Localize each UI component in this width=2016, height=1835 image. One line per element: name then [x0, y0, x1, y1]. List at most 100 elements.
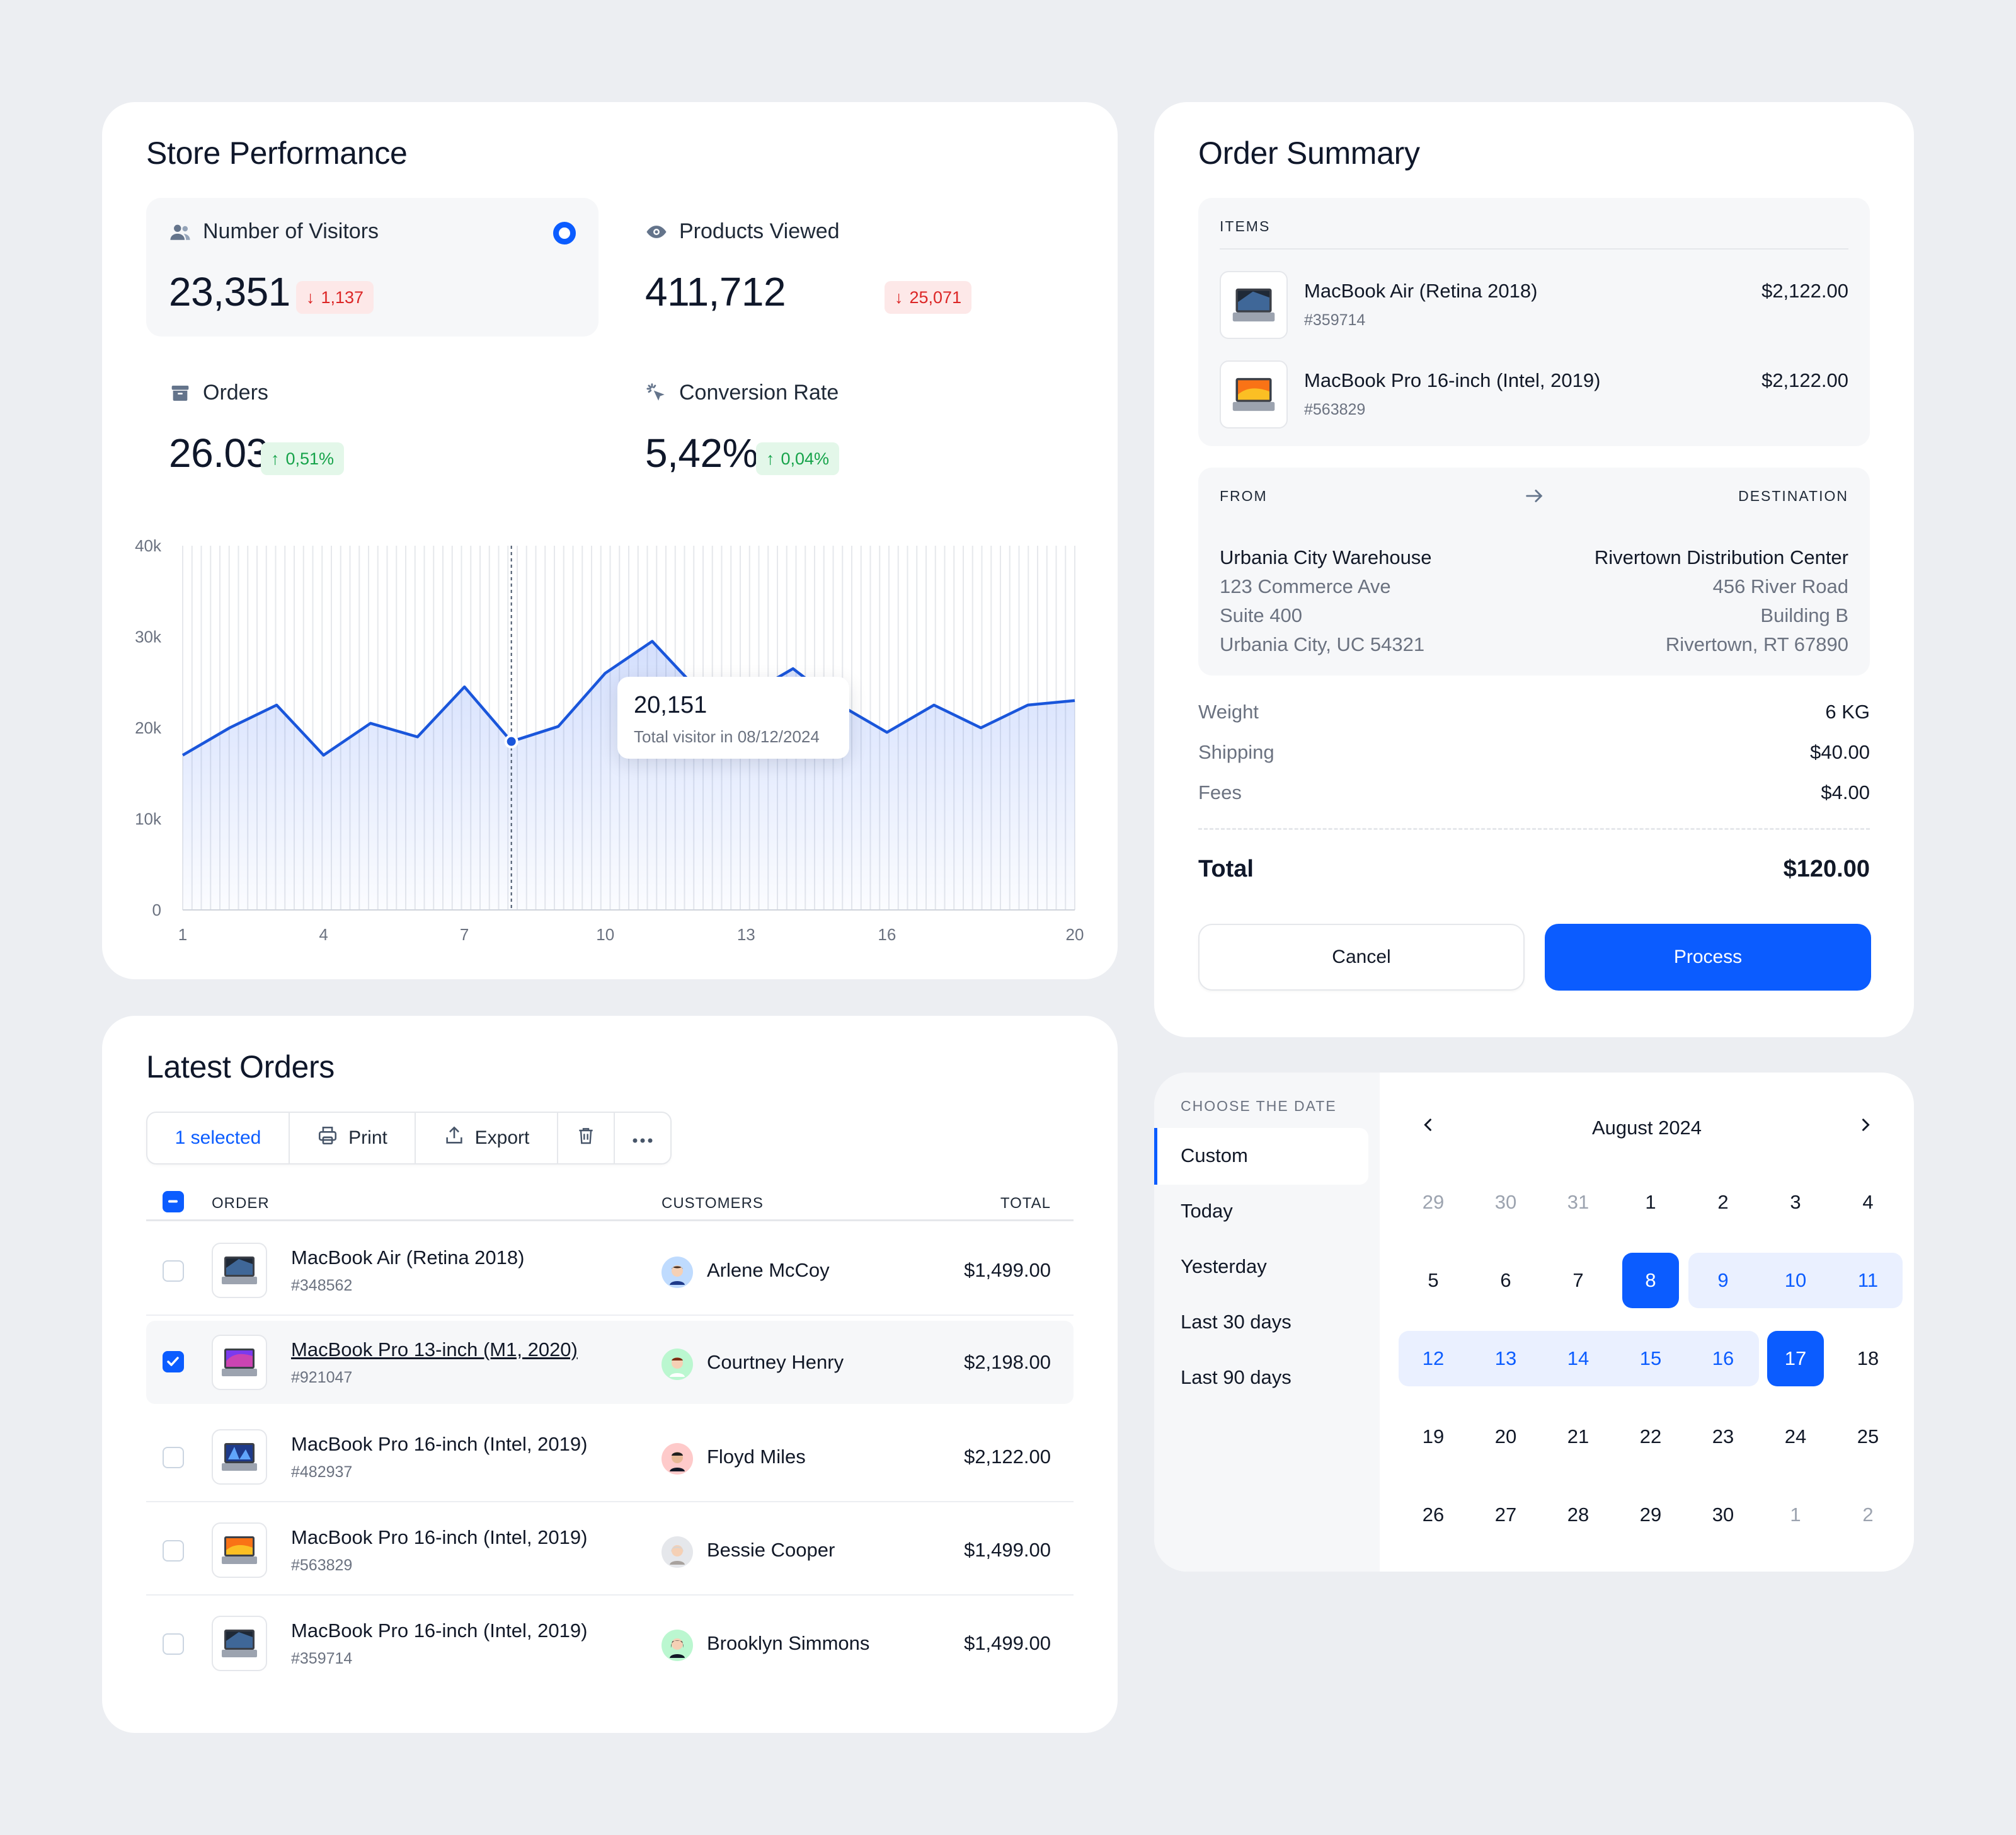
delta-badge: ↓ 1,137 [296, 281, 374, 314]
fees-value: $4.00 [1821, 781, 1870, 803]
x-tick-label: 20 [1066, 925, 1084, 944]
x-tick-label: 1 [178, 925, 187, 944]
export-button[interactable]: Export [416, 1113, 558, 1163]
table-row[interactable]: MacBook Pro 16-inch (Intel, 2019) #35971… [146, 1597, 1074, 1689]
calendar-day[interactable]: 13 [1477, 1331, 1534, 1386]
month-title: August 2024 [1591, 1117, 1702, 1139]
product-name[interactable]: MacBook Pro 16-inch (Intel, 2019) [291, 1619, 587, 1642]
calendar-day[interactable]: 18 [1840, 1331, 1896, 1386]
arrow-right-icon [1523, 485, 1545, 510]
table-row[interactable]: MacBook Pro 13-inch (M1, 2020) #921047 C… [146, 1321, 1074, 1404]
calendar-day[interactable]: 30 [1477, 1175, 1534, 1230]
card-title: Order Summary [1198, 135, 1420, 171]
calendar-day[interactable]: 15 [1622, 1331, 1679, 1386]
calendar-day[interactable]: 2 [1695, 1175, 1751, 1230]
calendar-day[interactable]: 11 [1840, 1253, 1896, 1308]
visitors-chart[interactable]: 0 10k 20k 30k 40k 1 4 7 10 13 16 20 [121, 531, 1104, 946]
calendar-day[interactable]: 19 [1405, 1409, 1462, 1464]
row-checkbox[interactable] [163, 1260, 184, 1282]
product-name[interactable]: MacBook Pro 16-inch (Intel, 2019) [291, 1433, 587, 1456]
calendar-day[interactable]: 17 [1767, 1331, 1824, 1386]
column-customers[interactable]: CUSTOMERS [662, 1195, 764, 1212]
calendar-day[interactable]: 16 [1695, 1331, 1751, 1386]
calendar-day[interactable]: 14 [1550, 1331, 1606, 1386]
calendar-day[interactable]: 6 [1477, 1253, 1534, 1308]
calendar-day[interactable]: 23 [1695, 1409, 1751, 1464]
calendar-day[interactable]: 29 [1622, 1487, 1679, 1543]
table-row[interactable]: MacBook Pro 16-inch (Intel, 2019) #56382… [146, 1504, 1074, 1596]
calendar-day[interactable]: 1 [1767, 1487, 1824, 1543]
arrow-down-icon: ↓ [306, 287, 315, 307]
calendar-day[interactable]: 12 [1405, 1331, 1462, 1386]
calendar-day[interactable]: 30 [1695, 1487, 1751, 1543]
delete-button[interactable] [558, 1113, 615, 1163]
calendar-day[interactable]: 24 [1767, 1409, 1824, 1464]
calendar-day[interactable]: 4 [1840, 1175, 1896, 1230]
calendar-day[interactable]: 29 [1405, 1175, 1462, 1230]
metric-visitors[interactable]: Number of Visitors 23,351 ↓ 1,137 [146, 198, 598, 337]
calendar-day[interactable]: 31 [1550, 1175, 1606, 1230]
calendar-day[interactable]: 3 [1767, 1175, 1824, 1230]
table-row[interactable]: MacBook Pro 16-inch (Intel, 2019) #48293… [146, 1410, 1074, 1502]
column-total[interactable]: TOTAL [1000, 1195, 1051, 1212]
orders-toolbar: 1 selected Print Export [146, 1112, 672, 1165]
process-button[interactable]: Process [1545, 924, 1871, 991]
table-row[interactable]: MacBook Air (Retina 2018) #348562 Arlene… [146, 1224, 1074, 1316]
select-all-checkbox[interactable] [163, 1191, 184, 1212]
calendar-day[interactable]: 9 [1695, 1253, 1751, 1308]
option-today[interactable]: Today [1181, 1200, 1233, 1222]
row-checkbox[interactable] [163, 1351, 184, 1372]
calendar-day[interactable]: 8 [1622, 1253, 1679, 1308]
calendar-day[interactable]: 1 [1622, 1175, 1679, 1230]
calendar-day[interactable]: 21 [1550, 1409, 1606, 1464]
calendar-day[interactable]: 26 [1405, 1487, 1462, 1543]
cancel-button[interactable]: Cancel [1198, 924, 1525, 991]
row-checkbox[interactable] [163, 1633, 184, 1655]
x-tick-label: 16 [878, 925, 896, 944]
print-label: Print [348, 1127, 387, 1148]
calendar-day[interactable]: 5 [1405, 1253, 1462, 1308]
next-month-button[interactable] [1850, 1110, 1881, 1142]
option-custom[interactable]: Custom [1181, 1144, 1248, 1167]
customer-name: Courtney Henry [707, 1351, 844, 1373]
column-order[interactable]: ORDER [212, 1195, 270, 1212]
metric-conversion-rate[interactable]: Conversion Rate 5,42% ↑ 0,04% [622, 359, 1075, 498]
calendar-day[interactable]: 7 [1550, 1253, 1606, 1308]
order-id: #482937 [291, 1463, 353, 1481]
from-label: FROM [1220, 488, 1268, 504]
product-name[interactable]: MacBook Pro 13-inch (M1, 2020) [291, 1338, 578, 1361]
calendar-day[interactable]: 22 [1622, 1409, 1679, 1464]
metric-orders[interactable]: Orders 26.03 ↑ 0,51% [146, 359, 598, 498]
summary-item: MacBook Pro 16-inch (Intel, 2019) #56382… [1220, 360, 1848, 430]
metric-products-viewed[interactable]: Products Viewed 411,712 ↓ 25,071 [622, 198, 1075, 337]
delta-badge: ↑ 0,51% [261, 442, 345, 475]
calendar-day[interactable]: 10 [1767, 1253, 1824, 1308]
selected-metric-radio[interactable] [553, 222, 576, 244]
selected-count-button[interactable]: 1 selected [147, 1113, 290, 1163]
more-options-button[interactable] [615, 1113, 670, 1163]
weight-value: 6 KG [1825, 701, 1870, 723]
items-label: ITEMS [1220, 218, 1271, 234]
option-last-90-days[interactable]: Last 90 days [1181, 1366, 1292, 1389]
option-last-30-days[interactable]: Last 30 days [1181, 1311, 1292, 1333]
delta-value: 1,137 [321, 287, 364, 307]
calendar-day[interactable]: 25 [1840, 1409, 1896, 1464]
calendar-day[interactable]: 28 [1550, 1487, 1606, 1543]
order-id: #921047 [291, 1369, 353, 1386]
calendar-day[interactable]: 20 [1477, 1409, 1534, 1464]
calendar-day[interactable]: 27 [1477, 1487, 1534, 1543]
calendar-day[interactable]: 2 [1840, 1487, 1896, 1543]
item-name: MacBook Pro 16-inch (Intel, 2019) [1304, 369, 1601, 391]
order-total: $1,499.00 [964, 1632, 1051, 1654]
arrow-up-icon: ↑ [766, 449, 775, 468]
date-picker-card: CHOOSE THE DATE Custom Today Yesterday L… [1154, 1073, 1914, 1572]
product-name[interactable]: MacBook Air (Retina 2018) [291, 1246, 524, 1269]
option-yesterday[interactable]: Yesterday [1181, 1255, 1267, 1278]
customer-name: Floyd Miles [707, 1446, 806, 1468]
row-checkbox[interactable] [163, 1540, 184, 1562]
chart-tooltip: 20,151 Total visitor in 08/12/2024 [617, 677, 849, 759]
row-checkbox[interactable] [163, 1447, 184, 1468]
product-name[interactable]: MacBook Pro 16-inch (Intel, 2019) [291, 1526, 587, 1549]
print-button[interactable]: Print [290, 1113, 416, 1163]
x-tick-label: 13 [737, 925, 755, 944]
